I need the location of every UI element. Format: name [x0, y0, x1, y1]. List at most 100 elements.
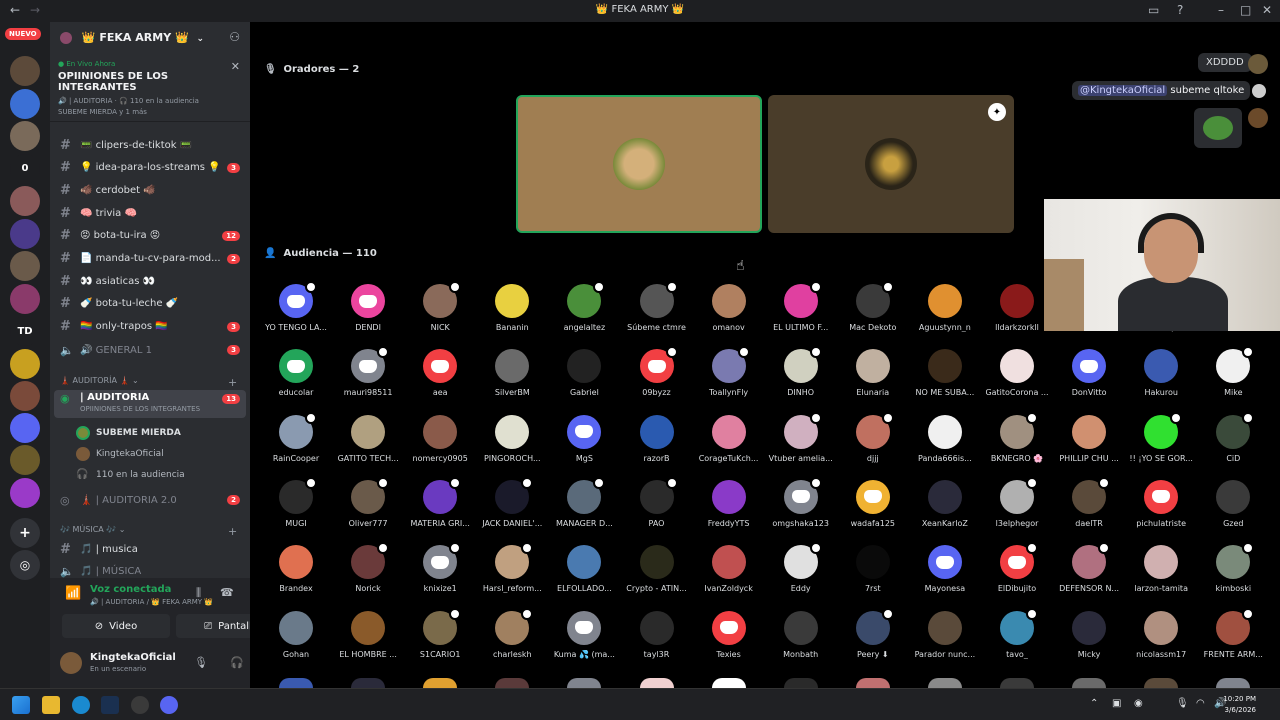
add-server-icon[interactable]: +	[10, 518, 40, 548]
audience-member[interactable]: Gabriel	[548, 349, 620, 397]
audience-member[interactable]: 7rst	[837, 545, 909, 593]
audience-member[interactable]: Peery ⬇	[837, 607, 909, 659]
add-channel-icon[interactable]: +	[228, 525, 237, 538]
audience-member[interactable]: XeanKarloZ	[909, 479, 981, 528]
audience-member[interactable]: Texies	[693, 610, 765, 659]
audience-member[interactable]: Norick	[332, 542, 404, 593]
tray-chevron-icon[interactable]: ⌃	[1090, 698, 1098, 709]
audience-member[interactable]: PHILLIP CHU ...	[1053, 414, 1125, 463]
audience-member[interactable]: knixize1	[404, 542, 476, 593]
server-icon[interactable]	[10, 218, 40, 249]
audience-member[interactable]: EL ULTIMO F...	[765, 281, 837, 332]
audience-member[interactable]: Kuma 💦 (ma...	[548, 610, 620, 659]
close-icon[interactable]: ✕	[231, 60, 240, 73]
audience-member[interactable]: pichulatriste	[1125, 479, 1197, 528]
voice-channel-general[interactable]: 🔈 🔊 GENERAL 1 3	[54, 340, 246, 360]
audience-member[interactable]: FreddyYTS	[693, 479, 765, 528]
audience-member[interactable]: ELFOLLADO...	[548, 545, 620, 593]
audience-member[interactable]: angelaltez	[548, 281, 620, 332]
audience-member[interactable]: NO ME SUBA...	[909, 349, 981, 397]
audience-member[interactable]: DENDI	[332, 284, 404, 332]
audience-member[interactable]: Mac Dekoto	[837, 281, 909, 332]
audience-member[interactable]: daelTR	[1053, 476, 1125, 528]
audience-member[interactable]: NICK	[404, 281, 476, 332]
audience-member[interactable]: Harsl_reform...	[476, 542, 548, 593]
audience-member[interactable]: IvanZoldyck	[693, 545, 765, 593]
audience-member[interactable]: Mike	[1197, 346, 1269, 397]
stage-channel-auditoria-2[interactable]: ◎ 🗼 | AUDITORIA 2.0 2	[54, 490, 246, 510]
edge-icon[interactable]	[72, 696, 90, 714]
text-channel[interactable]: # 🍼 bota-tu-leche 🍼	[54, 294, 246, 314]
audience-member[interactable]: Eddy	[765, 542, 837, 593]
audience-member[interactable]: PINGOROCH...	[476, 414, 548, 463]
audience-member[interactable]: Hakurou	[1125, 349, 1197, 397]
audience-member[interactable]: omanov	[693, 284, 765, 332]
text-channel[interactable]: # 🏳️‍🌈 only-trapos 🏳️‍🌈 3	[54, 317, 246, 337]
microphone-icon[interactable]: 🎙	[194, 656, 208, 669]
user-mention[interactable]: @KingtekaOficial	[1078, 85, 1168, 96]
start-icon[interactable]	[12, 696, 30, 714]
category-musica[interactable]: 🎶 MÚSICA 🎶 ⌄ +	[60, 525, 237, 538]
audience-member[interactable]: Gohan	[260, 610, 332, 659]
app-icon[interactable]	[131, 696, 149, 714]
avatar[interactable]	[60, 652, 82, 674]
audience-member[interactable]: S1CARIO1	[404, 607, 476, 659]
audience-member[interactable]: Gzed	[1197, 479, 1269, 528]
add-channel-icon[interactable]: +	[228, 376, 237, 389]
discord-taskbar-icon[interactable]	[160, 696, 178, 714]
close-window-icon[interactable]: ✕	[1262, 3, 1272, 17]
audience-member[interactable]: 09byzz	[621, 346, 693, 397]
audience-member[interactable]: ToallynFly	[693, 346, 765, 397]
add-member-icon[interactable]: ⚇	[229, 30, 240, 44]
audience-member[interactable]: omgshaka123	[765, 476, 837, 528]
category-auditoria[interactable]: 🗼 AUDITORÍA 🗼 ⌄ +	[60, 376, 237, 389]
wifi-icon[interactable]: ◠	[1196, 698, 1205, 709]
stage-user-kingteka[interactable]: KingtekaOficial	[76, 447, 164, 461]
server-header[interactable]: 👑 FEKA ARMY 👑 ⌄ ⚇	[50, 22, 250, 54]
audience-member[interactable]: Panda666is...	[909, 414, 981, 463]
server-icon[interactable]	[10, 283, 40, 314]
server-icon[interactable]: TD	[10, 316, 40, 346]
audience-member[interactable]: Parador nunc...	[909, 610, 981, 659]
voice-status[interactable]: Voz conectada	[90, 584, 171, 595]
maximize-icon[interactable]: □	[1240, 3, 1251, 17]
audience-member[interactable]: DINHO	[765, 346, 837, 397]
server-icon[interactable]	[10, 348, 40, 379]
minimize-icon[interactable]: –	[1218, 3, 1224, 17]
clock[interactable]: 10:20 PM 3/6/2026	[1223, 694, 1256, 716]
audience-member[interactable]: Vtuber amelia...	[765, 411, 837, 463]
tray-mic-icon[interactable]: 🎙	[1176, 698, 1189, 709]
help-icon[interactable]: ?	[1177, 3, 1183, 17]
text-channel[interactable]: # 🐗 cerdobet 🐗	[54, 180, 246, 200]
audience-member[interactable]: YO TENGO LA...	[260, 281, 332, 332]
disconnect-icon[interactable]: ☎	[220, 586, 234, 599]
video-button[interactable]: ⊘ Video	[62, 614, 170, 638]
audience-member[interactable]: DEFENSOR N...	[1053, 542, 1125, 593]
server-icon[interactable]	[10, 186, 40, 216]
audience-member[interactable]: CiD	[1197, 411, 1269, 463]
server-icon[interactable]	[10, 412, 40, 443]
audience-member[interactable]: MgS	[548, 414, 620, 463]
server-icon[interactable]	[10, 88, 40, 119]
server-icon[interactable]	[10, 251, 40, 281]
audience-member[interactable]: GATITO TECH...	[332, 414, 404, 463]
audience-member[interactable]: SilverBM	[476, 349, 548, 397]
audience-count[interactable]: 🎧 110 en la audiencia	[76, 469, 185, 480]
audience-member[interactable]: MATERIA GRI...	[404, 476, 476, 528]
audience-member[interactable]: l3elphegor	[981, 476, 1053, 528]
server-icon[interactable]	[10, 56, 40, 86]
inbox-icon[interactable]: ▭	[1148, 3, 1159, 17]
text-channel[interactable]: # 📄 manda-tu-cv-para-mod... 2	[54, 249, 246, 269]
audience-member[interactable]: educolar	[260, 349, 332, 397]
audience-member[interactable]: Monbath	[765, 610, 837, 659]
audience-member[interactable]: PAO	[621, 476, 693, 528]
audience-member[interactable]: mauri98511	[332, 346, 404, 397]
audience-member[interactable]: kimboski	[1197, 542, 1269, 593]
audience-member[interactable]: wadafa125	[837, 479, 909, 528]
audience-member[interactable]: djjj	[837, 411, 909, 463]
audience-member[interactable]: Mayonesa	[909, 545, 981, 593]
audience-member[interactable]: Micky	[1053, 610, 1125, 659]
audience-member[interactable]: nomercy0905	[404, 414, 476, 463]
audience-member[interactable]: BKNEGRO 🌸	[981, 411, 1053, 463]
steam-icon[interactable]	[101, 696, 119, 714]
